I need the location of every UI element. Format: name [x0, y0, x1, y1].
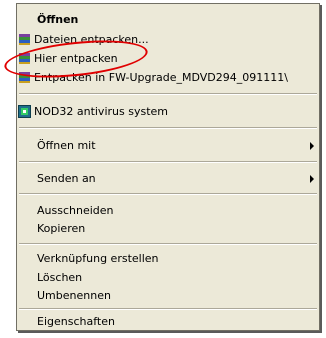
menu-separator — [19, 161, 317, 163]
submenu-arrow-icon — [310, 142, 314, 150]
menu-item-oeffnen[interactable]: Öffnen — [17, 10, 319, 30]
menu-item-umbenennen[interactable]: Umbenennen — [17, 286, 319, 306]
menu-separator — [19, 308, 317, 310]
menu-item-senden-an[interactable]: Senden an — [17, 169, 319, 189]
context-menu: Öffnen Dateien entpacken... Hier entpack… — [16, 3, 320, 331]
menu-item-label: Entpacken in FW-Upgrade_MDVD294_091111\ — [34, 71, 288, 84]
menu-item-hier-entpacken[interactable]: Hier entpacken — [17, 49, 319, 69]
menu-item-label: Senden an — [37, 172, 96, 185]
submenu-arrow-icon — [310, 175, 314, 183]
menu-item-loeschen[interactable]: Löschen — [17, 268, 319, 288]
menu-item-eigenschaften[interactable]: Eigenschaften — [17, 312, 319, 332]
menu-item-label: Ausschneiden — [37, 204, 114, 217]
menu-item-nod32[interactable]: NOD32 antivirus system — [17, 102, 319, 122]
winrar-archive-icon — [19, 53, 30, 64]
menu-item-label: Hier entpacken — [34, 52, 118, 65]
menu-item-verknuepfung-erstellen[interactable]: Verknüpfung erstellen — [17, 249, 319, 269]
menu-item-ausschneiden[interactable]: Ausschneiden — [17, 201, 319, 221]
menu-item-label: Kopieren — [37, 222, 86, 235]
menu-item-label: Eigenschaften — [37, 315, 115, 328]
menu-item-kopieren[interactable]: Kopieren — [17, 219, 319, 239]
menu-item-label: Umbenennen — [37, 289, 111, 302]
winrar-archive-icon — [19, 34, 30, 45]
menu-item-oeffnen-mit[interactable]: Öffnen mit — [17, 136, 319, 156]
menu-item-label: Dateien entpacken... — [34, 33, 149, 46]
menu-separator — [19, 93, 317, 95]
menu-separator — [19, 127, 317, 129]
nod32-icon — [18, 105, 31, 118]
menu-item-label: Öffnen — [37, 13, 79, 26]
menu-item-entpacken-in[interactable]: Entpacken in FW-Upgrade_MDVD294_091111\ — [17, 68, 319, 88]
winrar-archive-icon — [19, 72, 30, 83]
menu-item-label: Löschen — [37, 271, 83, 284]
menu-item-dateien-entpacken[interactable]: Dateien entpacken... — [17, 30, 319, 50]
menu-item-label: Öffnen mit — [37, 139, 96, 152]
menu-item-label: NOD32 antivirus system — [34, 105, 168, 118]
menu-item-label: Verknüpfung erstellen — [37, 252, 159, 265]
menu-separator — [19, 243, 317, 245]
menu-separator — [19, 193, 317, 195]
